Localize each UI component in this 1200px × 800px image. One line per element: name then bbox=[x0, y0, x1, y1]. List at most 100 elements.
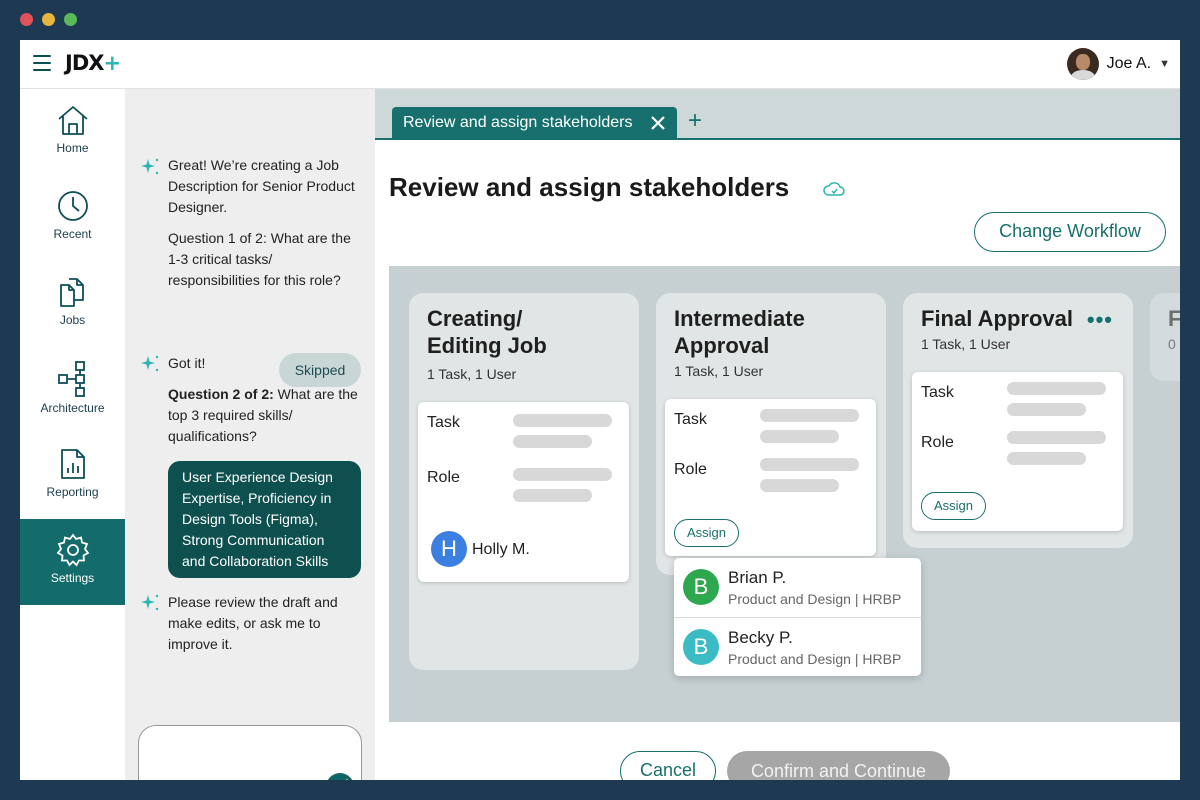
stakeholder-avatar: B bbox=[683, 569, 719, 605]
workflow-column-creating: Creating/Editing Job 1 Task, 1 User Task… bbox=[409, 293, 639, 670]
documents-icon bbox=[59, 278, 84, 307]
skeleton-line bbox=[760, 479, 839, 492]
assistant-message: Please review the draft and make edits, … bbox=[168, 594, 338, 652]
task-card[interactable]: Task Role Assign bbox=[912, 372, 1123, 531]
minimize-window-dot[interactable] bbox=[42, 13, 55, 26]
assistant-message: Great! We’re creating a Job Description … bbox=[168, 157, 355, 215]
skeleton-line bbox=[1007, 452, 1086, 465]
skeleton-line bbox=[760, 430, 839, 443]
column-subtitle: 1 Task, 1 User bbox=[427, 366, 517, 382]
column-title-line: Approval bbox=[674, 333, 770, 358]
user-name: Joe A. bbox=[1106, 55, 1152, 72]
stakeholder-department: Product and Design | HRBP bbox=[728, 651, 902, 667]
column-subtitle: 1 Task, 1 User bbox=[674, 363, 764, 379]
send-icon bbox=[345, 779, 348, 780]
assistant-question: Question 1 of 2: What are the 1-3 critic… bbox=[168, 230, 351, 288]
caret-down-icon: ▼ bbox=[1159, 58, 1170, 70]
sidebar-item-jobs[interactable]: Jobs bbox=[20, 261, 125, 347]
sidebar-item-label: Recent bbox=[53, 227, 92, 241]
skeleton-line bbox=[513, 414, 612, 427]
app-logo[interactable]: JDX+ bbox=[65, 51, 121, 75]
stakeholder-name: Becky P. bbox=[728, 628, 793, 647]
confirm-continue-button[interactable]: Confirm and Continue bbox=[727, 751, 950, 780]
column-title: Creating/Editing Job bbox=[427, 305, 547, 359]
report-icon bbox=[60, 449, 85, 479]
skeleton-line bbox=[760, 458, 859, 471]
sidebar-item-home[interactable]: Home bbox=[20, 89, 125, 175]
hamburger-menu-icon[interactable] bbox=[33, 55, 51, 71]
hierarchy-icon bbox=[57, 361, 85, 397]
sidebar-item-reporting[interactable]: Reporting bbox=[20, 433, 125, 519]
stakeholder-name: Brian P. bbox=[728, 568, 787, 587]
assign-button[interactable]: Assign bbox=[674, 519, 740, 547]
column-title-line: Editing Job bbox=[427, 333, 547, 358]
task-label: Task bbox=[674, 411, 707, 428]
top-bar: JDX+ Joe A. ▼ bbox=[20, 40, 1180, 89]
tab-underline bbox=[375, 138, 1180, 140]
sidebar-item-recent[interactable]: Recent bbox=[20, 175, 125, 261]
skeleton-line bbox=[513, 435, 592, 448]
add-tab-button[interactable]: + bbox=[688, 109, 702, 133]
sidebar-item-architecture[interactable]: Architecture bbox=[20, 347, 125, 433]
stakeholder-option-becky[interactable]: B Becky P. Product and Design | HRBP bbox=[674, 618, 921, 677]
chat-input-field[interactable] bbox=[138, 725, 362, 780]
user-reply-bubble: User Experience Design Expertise, Profic… bbox=[168, 461, 361, 578]
logo-text: JDX bbox=[65, 51, 104, 75]
change-workflow-button[interactable]: Change Workflow bbox=[974, 212, 1166, 252]
stakeholder-option-brian[interactable]: B Brian P. Product and Design | HRBP bbox=[674, 558, 921, 617]
role-label: Role bbox=[674, 461, 707, 478]
column-menu-icon[interactable]: ••• bbox=[1087, 309, 1113, 331]
column-subtitle: 1 Task, 1 User bbox=[921, 336, 1011, 352]
send-button[interactable] bbox=[326, 773, 354, 780]
workflow-column-partial: F 0 bbox=[1150, 293, 1180, 381]
task-label: Task bbox=[427, 414, 460, 431]
tab-label: Review and assign stakeholders bbox=[403, 114, 633, 131]
sidebar-item-label: Home bbox=[56, 141, 89, 155]
sidebar-item-settings[interactable]: Settings bbox=[20, 519, 125, 605]
sparkle-icon bbox=[141, 594, 159, 611]
sidebar-item-label: Jobs bbox=[59, 313, 86, 327]
tab-review-stakeholders[interactable]: Review and assign stakeholders bbox=[392, 107, 677, 139]
sparkle-icon bbox=[141, 355, 159, 372]
column-title-line: Intermediate bbox=[674, 306, 805, 331]
user-avatar bbox=[1066, 48, 1099, 80]
main-content: Review and assign stakeholders + Review … bbox=[375, 89, 1180, 780]
column-title-line: Creating/ bbox=[427, 306, 523, 331]
clock-icon bbox=[57, 191, 88, 221]
column-title: Intermediate Approval bbox=[674, 305, 805, 359]
workflow-column-final-approval: Final Approval ••• 1 Task, 1 User Task R… bbox=[903, 293, 1133, 548]
assign-button[interactable]: Assign bbox=[921, 492, 987, 520]
question-label: Question 2 of 2: bbox=[168, 386, 274, 402]
skeleton-line bbox=[513, 489, 592, 502]
cloud-sync-icon bbox=[823, 182, 845, 196]
cancel-button[interactable]: Cancel bbox=[620, 751, 716, 780]
tab-strip: Review and assign stakeholders + bbox=[375, 89, 1180, 140]
app-window: JDX+ Joe A. ▼ Home Recent Jobs Architect… bbox=[20, 40, 1180, 780]
task-card[interactable]: Task Role Assign bbox=[665, 399, 876, 556]
workflow-column-intermediate: Intermediate Approval 1 Task, 1 User Task… bbox=[656, 293, 886, 575]
sidebar-item-label: Settings bbox=[50, 571, 95, 585]
skeleton-line bbox=[1007, 403, 1086, 416]
gear-icon bbox=[56, 533, 89, 567]
task-card[interactable]: Task Role H Holly M. bbox=[418, 402, 629, 582]
assistant-chat-panel: Great! We’re creating a Job Description … bbox=[125, 89, 375, 780]
skeleton-line bbox=[513, 468, 612, 481]
user-menu[interactable]: Joe A. ▼ bbox=[1066, 48, 1170, 80]
stakeholder-dropdown: B Brian P. Product and Design | HRBP B B… bbox=[674, 558, 921, 676]
skeleton-line bbox=[1007, 431, 1106, 444]
assistant-message: Got it! bbox=[168, 355, 206, 371]
logo-plus: + bbox=[103, 51, 121, 75]
skeleton-line bbox=[1007, 382, 1106, 395]
column-title: F bbox=[1168, 306, 1180, 331]
close-window-dot[interactable] bbox=[20, 13, 33, 26]
sidebar: Home Recent Jobs Architecture Reporting … bbox=[20, 89, 125, 780]
stakeholder-avatar: B bbox=[683, 629, 719, 665]
role-label: Role bbox=[921, 434, 954, 451]
column-title: Final Approval bbox=[921, 306, 1073, 331]
sidebar-item-label: Reporting bbox=[46, 485, 99, 499]
assignee-avatar: H bbox=[431, 531, 467, 567]
maximize-window-dot[interactable] bbox=[64, 13, 77, 26]
column-subtitle: 0 bbox=[1168, 336, 1176, 352]
close-icon[interactable] bbox=[649, 114, 667, 132]
task-label: Task bbox=[921, 384, 954, 401]
